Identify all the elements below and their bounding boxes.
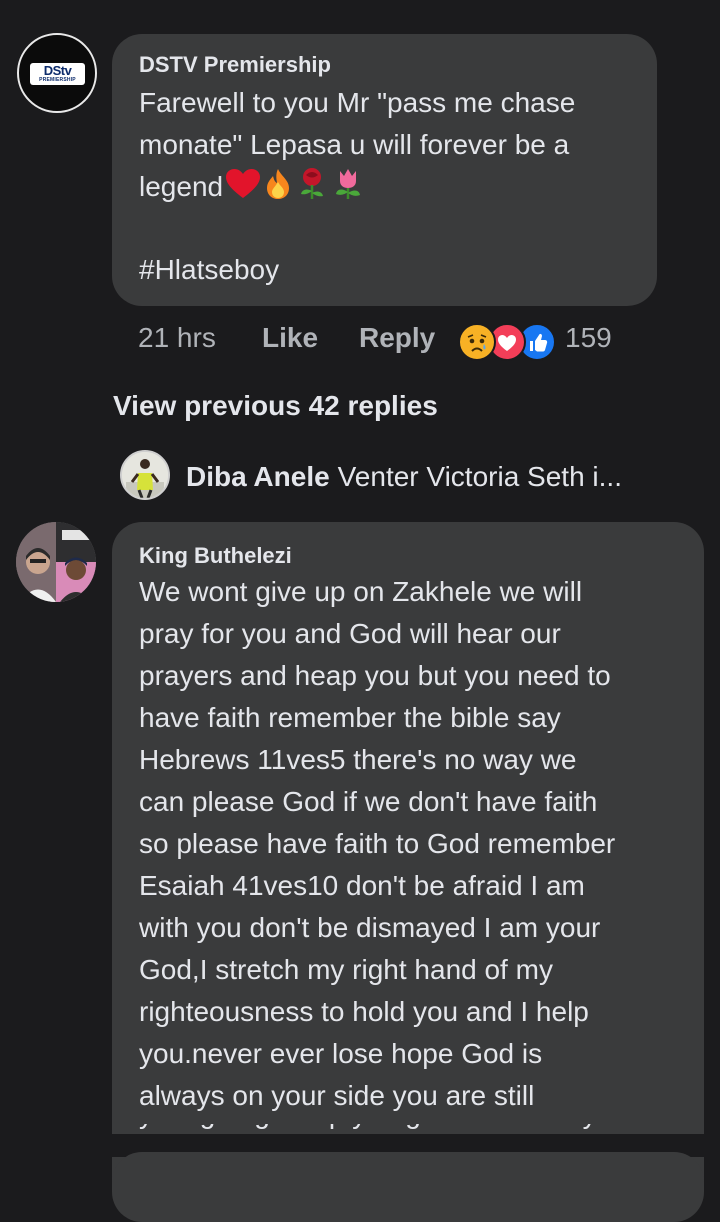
tulip-icon bbox=[331, 166, 365, 212]
king-buthelezi-avatar[interactable] bbox=[16, 522, 96, 602]
comment-line: always on your side you are still bbox=[139, 1080, 535, 1111]
comment-line-partial: young to give up you get healed very bbox=[139, 1124, 597, 1134]
comment-line: Esaiah 41ves10 don't be afraid I am bbox=[139, 870, 585, 901]
comment-line: monate" Lepasa u will forever be a bbox=[139, 129, 570, 160]
collapsed-reply[interactable]: Diba Anele Venter Victoria Seth i... bbox=[186, 461, 622, 493]
reply-preview[interactable]: Venter Victoria Seth i... bbox=[338, 461, 622, 492]
reaction-count[interactable]: 159 bbox=[565, 322, 612, 354]
comment-line: God,I stretch my right hand of my bbox=[139, 954, 553, 985]
dstv-logo-text: DStv bbox=[43, 63, 72, 78]
reply-button[interactable]: Reply bbox=[359, 322, 435, 354]
comment-line: so please have faith to God remember bbox=[139, 828, 616, 859]
fire-icon bbox=[263, 168, 293, 212]
diba-anele-avatar[interactable] bbox=[120, 450, 170, 500]
comment-timestamp[interactable]: 21 hrs bbox=[138, 322, 216, 354]
dstv-premiership-avatar[interactable]: DStv PREMIERSHIP bbox=[17, 33, 97, 113]
reply-author[interactable]: Diba Anele bbox=[186, 461, 330, 492]
comment-line: Farewell to you Mr "pass me chase bbox=[139, 87, 576, 118]
view-previous-replies-link[interactable]: View previous 42 replies bbox=[113, 390, 438, 422]
hashtag-link[interactable]: #Hlatseboy bbox=[139, 249, 279, 291]
comment-body: We wont give up on Zakhele we will pray … bbox=[139, 571, 694, 1117]
sad-reaction-icon bbox=[458, 323, 496, 361]
dstv-logo-subtext: PREMIERSHIP bbox=[39, 77, 76, 83]
comment-line: young to give up you get healed very bbox=[139, 1124, 597, 1134]
comment-line: can please God if we don't have faith bbox=[139, 786, 598, 817]
comment-line: with you don't be dismayed I am your bbox=[139, 912, 601, 943]
comment-line-text: legend bbox=[139, 171, 224, 202]
comment-line: righteousness to hold you and I help bbox=[139, 996, 589, 1027]
rose-icon bbox=[295, 166, 329, 212]
comment-line: have faith remember the bible say bbox=[139, 702, 561, 733]
dstv-logo: DStv PREMIERSHIP bbox=[30, 63, 85, 85]
comment-line: you.never ever lose hope God is bbox=[139, 1038, 543, 1069]
comment-author[interactable]: DSTV Premiership bbox=[139, 52, 331, 78]
comment-line: legend bbox=[139, 166, 649, 212]
like-button[interactable]: Like bbox=[262, 322, 318, 354]
heart-icon bbox=[225, 168, 261, 212]
reaction-summary[interactable] bbox=[458, 323, 556, 361]
comment-line: Hebrews 11ves5 there's no way we bbox=[139, 744, 577, 775]
comment-author[interactable]: King Buthelezi bbox=[139, 543, 292, 569]
comment-body: Farewell to you Mr "pass me chase monate… bbox=[139, 82, 649, 212]
comment-line: pray for you and God will hear our bbox=[139, 618, 561, 649]
comment-line: We wont give up on Zakhele we will bbox=[139, 576, 583, 607]
comment-line: prayers and heap you but you need to bbox=[139, 660, 611, 691]
